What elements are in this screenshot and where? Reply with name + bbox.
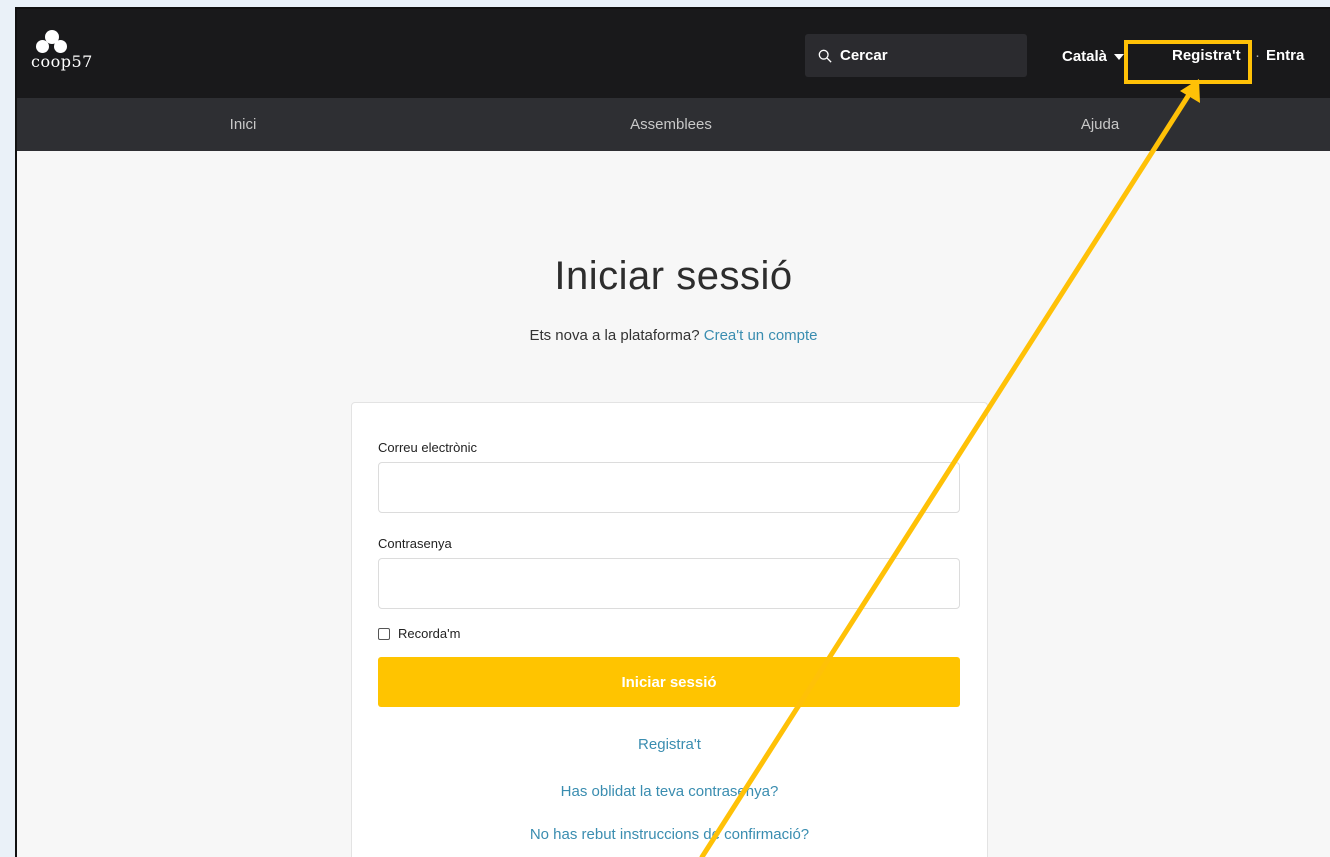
nav-item-ajuda[interactable]: Ajuda — [1081, 116, 1119, 133]
login-card: Correu electrònic Contrasenya Recorda'm … — [351, 402, 988, 857]
forgot-password-link[interactable]: Has oblidat la teva contrasenya? — [352, 783, 987, 800]
page-title: Iniciar sessió — [554, 254, 793, 298]
remember-checkbox[interactable] — [378, 627, 390, 640]
logo-text: coop57 — [31, 52, 93, 71]
remember-label: Recorda'm — [398, 626, 461, 641]
nav-item-assemblees[interactable]: Assemblees — [630, 116, 712, 133]
search-icon — [818, 49, 832, 63]
remember-me: Recorda'm — [378, 626, 460, 641]
create-account-link[interactable]: Crea't un compte — [704, 327, 818, 344]
language-selector[interactable]: Català — [1062, 48, 1125, 65]
login-link[interactable]: Entra — [1266, 47, 1304, 64]
email-label: Correu electrònic — [378, 440, 477, 455]
password-label: Contrasenya — [378, 536, 452, 551]
separator: · — [1255, 47, 1260, 64]
search-placeholder: Cercar — [840, 47, 888, 64]
password-field[interactable] — [378, 558, 960, 609]
signup-prompt: Ets nova a la plataforma? Crea't un comp… — [17, 327, 1330, 344]
submit-login-button[interactable]: Iniciar sessió — [378, 657, 960, 707]
language-label: Català — [1062, 48, 1108, 65]
nav-item-inici[interactable]: Inici — [230, 116, 257, 133]
chevron-down-icon — [1114, 53, 1125, 60]
resend-confirmation-link[interactable]: No has rebut instruccions de confirmació… — [352, 826, 987, 843]
coop57-logo[interactable]: coop57 — [31, 26, 95, 86]
register-card-link[interactable]: Registra't — [352, 736, 987, 753]
main-nav: Inici Assemblees Ajuda — [17, 98, 1330, 151]
top-bar: coop57 Cercar Català Registra't · Entra — [17, 9, 1330, 98]
signup-prompt-text: Ets nova a la plataforma? — [529, 327, 700, 344]
browser-viewport: coop57 Cercar Català Registra't · Entra … — [15, 7, 1330, 857]
register-link[interactable]: Registra't — [1172, 47, 1241, 64]
email-field[interactable] — [378, 462, 960, 513]
search-input[interactable]: Cercar — [805, 34, 1027, 77]
